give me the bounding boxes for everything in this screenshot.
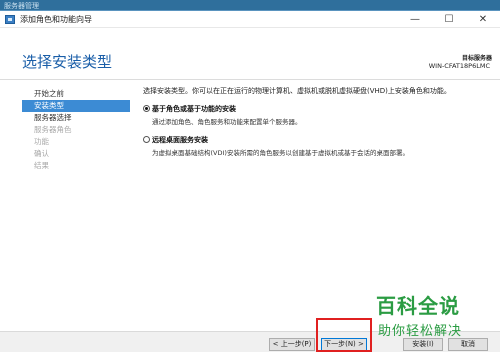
option-role-based-title: 基于角色或基于功能的安装 — [152, 105, 236, 113]
minimize-button[interactable]: — — [398, 11, 432, 28]
close-button[interactable]: ✕ — [466, 11, 500, 28]
watermark: 百科全说 助你轻松解决 — [364, 290, 500, 345]
option-remote-desktop[interactable]: 远程桌面服务安装 为虚拟桌面基础结构(VDI)安装所需的角色服务以创建基于虚拟机… — [143, 135, 493, 157]
nav-item-features: 功能 — [34, 137, 49, 146]
maximize-button[interactable]: ☐ — [432, 11, 466, 28]
option-remote-desktop-desc: 为虚拟桌面基础结构(VDI)安装所需的角色服务以创建基于虚拟机或基于会话的桌面部… — [152, 149, 409, 157]
content-panel: 选择安装类型。你可以在正在运行的物理计算机、虚拟机或脱机虚拟硬盘(VHD)上安装… — [143, 86, 493, 166]
nav-item-before-you-begin[interactable]: 开始之前 — [22, 88, 130, 100]
target-server-value: WIN-CFAT18P6LMC — [428, 62, 490, 70]
watermark-sub-text: 助你轻松解决 — [378, 324, 463, 339]
title-bar: 添加角色和功能向导 — ☐ ✕ — [0, 11, 500, 28]
page-title: 选择安装类型 — [22, 53, 113, 71]
nav-item-server-selection[interactable]: 服务器选择 — [22, 112, 130, 124]
nav-item-results: 结果 — [34, 161, 49, 170]
nav-item-server-roles: 服务器角色 — [34, 125, 72, 134]
wizard-steps-nav: 开始之前 安装类型 服务器选择 服务器角色 功能 确认 结果 — [22, 88, 130, 172]
watermark-main-text: 百科全说 — [376, 294, 460, 318]
window-title: 添加角色和功能向导 — [20, 15, 92, 24]
target-server-label: 目标服务器 — [461, 55, 492, 62]
wizard-app-icon — [5, 15, 15, 24]
option-remote-desktop-title: 远程桌面服务安装 — [152, 136, 208, 144]
previous-button[interactable]: < 上一步(P) — [269, 338, 315, 351]
option-role-based-desc: 通过添加角色、角色服务和功能来配置单个服务器。 — [152, 118, 302, 126]
radio-role-based[interactable] — [143, 105, 150, 112]
header-divider — [0, 79, 500, 80]
nav-item-confirmation: 确认 — [34, 149, 49, 158]
wizard-header: 选择安装类型 目标服务器 WIN-CFAT18P6LMC — [0, 28, 500, 76]
nav-item-installation-type[interactable]: 安装类型 — [22, 100, 130, 112]
option-role-based[interactable]: 基于角色或基于功能的安装 通过添加角色、角色服务和功能来配置单个服务器。 — [143, 104, 493, 126]
radio-remote-desktop[interactable] — [143, 136, 150, 143]
intro-text: 选择安装类型。你可以在正在运行的物理计算机、虚拟机或脱机虚拟硬盘(VHD)上安装… — [143, 87, 451, 95]
